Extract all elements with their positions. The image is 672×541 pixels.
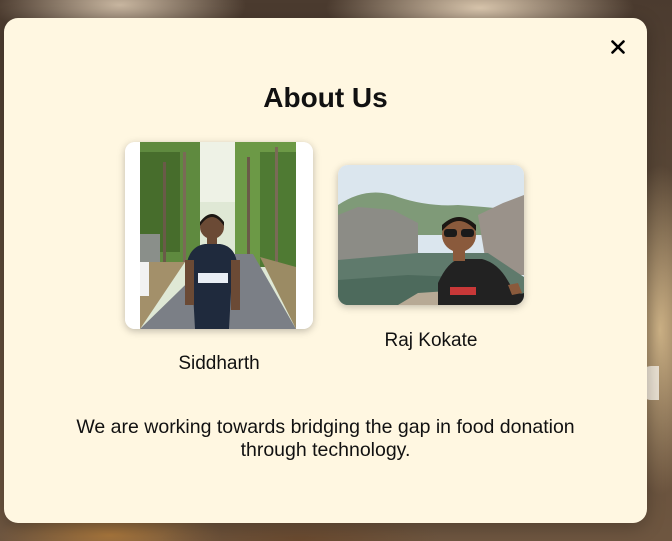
about-us-modal: About Us Siddharth Raj Kokate We are wor… [4,18,647,523]
raj-kokate-photo [338,165,524,305]
close-button[interactable] [607,36,629,58]
siddharth-photo [125,142,313,329]
team-member-card: Siddharth [124,142,314,375]
member-name: Raj Kokate [384,330,478,351]
about-description: We are working towards bridging the gap … [76,416,575,461]
modal-title: About Us [263,82,388,113]
member-name: Siddharth [178,353,260,374]
close-icon [611,40,625,54]
team-member-card: Raj Kokate [337,165,525,352]
